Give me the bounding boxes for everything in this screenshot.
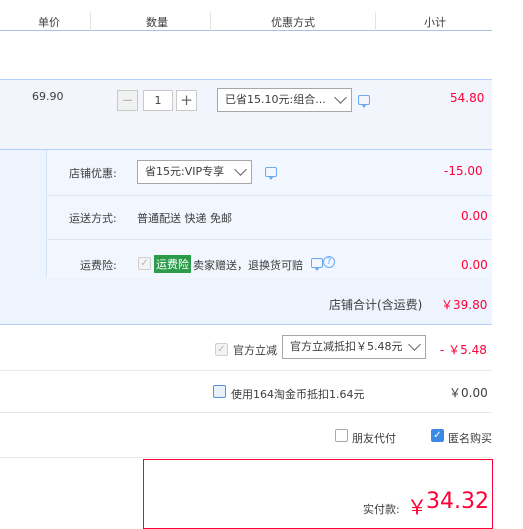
quantity-increase-button[interactable]: +	[176, 90, 197, 111]
item-discount-select[interactable]: 已省15.10元:组合...	[217, 88, 352, 112]
divider	[0, 412, 492, 413]
shipping-amount: 0.00	[461, 209, 488, 223]
official-discount-amount: - ￥5.48	[440, 343, 487, 357]
shop-total-label: 店铺合计(含运费)	[329, 298, 423, 312]
insurance-checkbox[interactable]: ✓	[138, 257, 151, 270]
quantity-decrease-button[interactable]: −	[117, 90, 138, 111]
header-divider	[210, 12, 211, 31]
divider	[0, 457, 492, 458]
header-divider	[90, 12, 91, 31]
quantity-input[interactable]: 1	[143, 90, 173, 111]
item-unit-price: 69.90	[32, 90, 64, 103]
insurance-description: 卖家赠送，退换货可赔	[193, 259, 303, 272]
official-discount-checkbox[interactable]: ✓	[215, 343, 228, 356]
header-divider	[375, 12, 376, 31]
friend-pay-checkbox[interactable]	[335, 429, 348, 442]
anonymous-label: 匿名购买	[448, 432, 492, 445]
chevron-down-icon	[408, 338, 421, 351]
shop-total-amount: ￥39.80	[441, 298, 488, 312]
cart-table-header: 单价 数量 优惠方式 小计	[0, 0, 492, 31]
insurance-amount: 0.00	[461, 258, 488, 272]
shop-promo-select[interactable]: 省15元:VIP专享	[137, 160, 252, 184]
anonymous-checkbox[interactable]: ✓	[431, 429, 444, 442]
item-discount-select-value: 已省15.10元:组合...	[225, 93, 326, 106]
chat-icon[interactable]	[358, 95, 370, 108]
chat-icon[interactable]	[265, 167, 277, 180]
shipping-value: 普通配送 快递 免邮	[137, 212, 232, 225]
divider	[47, 239, 492, 240]
official-discount-select[interactable]: 官方立减抵扣￥5.48元	[282, 335, 426, 359]
header-subtotal: 小计	[424, 16, 446, 29]
divider	[0, 370, 492, 371]
header-quantity: 数量	[146, 16, 168, 29]
header-unit-price: 单价	[38, 16, 60, 29]
shop-promo-select-value: 省15元:VIP专享	[145, 165, 225, 178]
insurance-tag: 运费险	[154, 255, 191, 273]
shipping-label: 运送方式:	[69, 212, 117, 225]
insurance-label: 运费险:	[80, 259, 117, 272]
item-subtotal: 54.80	[450, 91, 485, 105]
header-discount-method: 优惠方式	[271, 16, 315, 29]
official-discount-select-value: 官方立减抵扣￥5.48元	[290, 340, 403, 353]
payment-currency: ￥	[407, 495, 427, 519]
divider	[47, 195, 492, 196]
shop-promo-amount: -15.00	[444, 164, 483, 178]
shop-promo-label: 店铺优惠:	[69, 167, 117, 180]
chevron-down-icon	[334, 91, 347, 104]
friend-pay-label: 朋友代付	[352, 432, 396, 445]
chat-icon[interactable]	[311, 258, 323, 271]
chevron-down-icon	[234, 163, 247, 176]
payment-label: 实付款:	[363, 503, 400, 516]
payment-amount: 34.32	[426, 489, 489, 514]
coins-label: 使用164淘金币抵扣1.64元	[231, 388, 365, 401]
coins-amount: ￥0.00	[449, 386, 488, 400]
coins-checkbox[interactable]	[213, 385, 226, 398]
help-icon[interactable]: ?	[323, 256, 335, 268]
official-discount-label: 官方立减	[233, 344, 277, 357]
